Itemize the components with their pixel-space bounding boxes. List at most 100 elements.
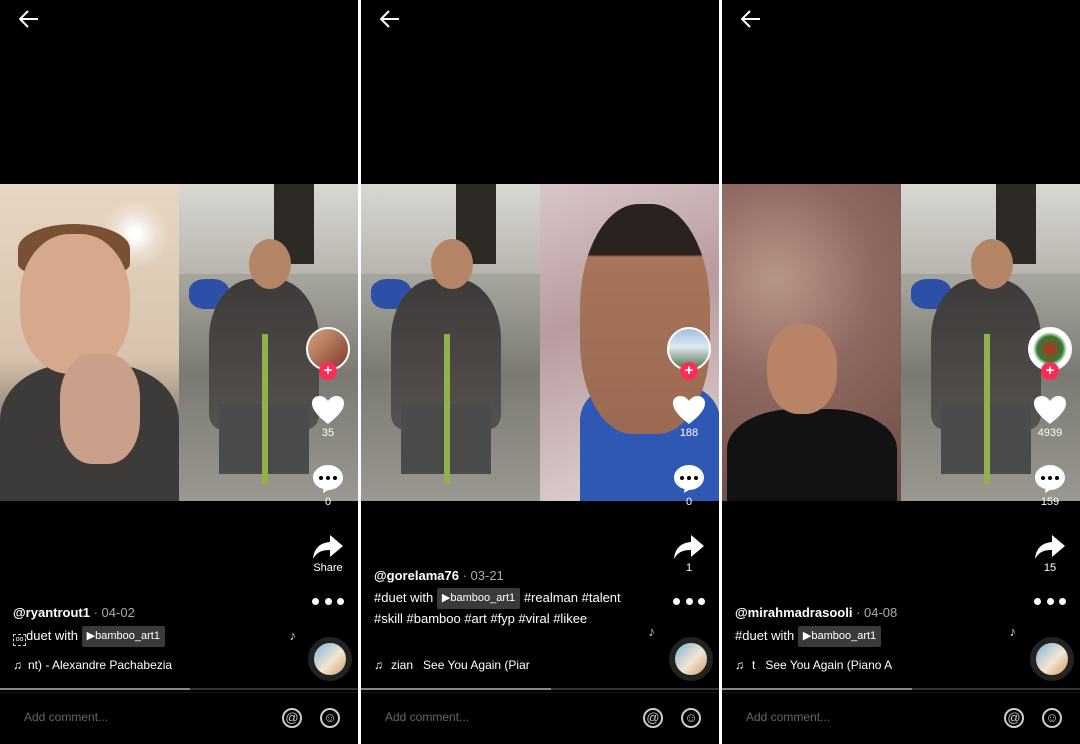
creator-avatar[interactable]: + (667, 327, 713, 383)
follow-plus-button[interactable]: + (319, 362, 337, 380)
caption: oo duet with ▶bamboo_art1 (13, 626, 283, 647)
video-left-half (722, 184, 901, 501)
comment-bar: Add comment... @ ☺ (0, 692, 358, 744)
music-row[interactable]: ♫ t See You Again (Piano A (735, 658, 975, 672)
video-left-half (361, 184, 540, 501)
music-disc[interactable] (308, 637, 352, 681)
like-button[interactable]: 4939 (1026, 395, 1074, 439)
progress-fill (0, 688, 190, 690)
smiley-icon[interactable]: ☺ (320, 708, 340, 728)
video-meta: @gorelama76 · 03-21 #duet with ▶bamboo_a… (374, 568, 624, 628)
back-button[interactable] (16, 8, 42, 30)
video-meta: @mirahmadrasooli · 04-08 #duet with ▶bam… (735, 605, 1005, 647)
music-note-icon: ♫ (374, 658, 383, 672)
duet-tag[interactable]: ▶bamboo_art1 (81, 626, 165, 647)
comment-count: 0 (685, 496, 693, 508)
music-note-icon: ♪ (1009, 624, 1017, 639)
at-icon[interactable]: @ (282, 708, 302, 728)
duet-video[interactable] (361, 184, 719, 501)
music-note-icon: ♫ (13, 658, 22, 672)
comment-input[interactable]: Add comment... (746, 710, 830, 724)
heart-icon (1034, 396, 1066, 424)
username-row[interactable]: @gorelama76 · 03-21 (374, 568, 624, 583)
music-note-icon: ♪ (289, 628, 297, 643)
comment-bar: Add comment... @ ☺ (722, 692, 1080, 744)
comment-input[interactable]: Add comment... (24, 710, 108, 724)
like-button[interactable]: 35 (304, 395, 352, 439)
post-date: 04-02 (101, 605, 135, 620)
progress-fill (722, 688, 912, 690)
heart-icon (312, 396, 344, 424)
at-icon[interactable]: @ (643, 708, 663, 728)
comment-button[interactable]: 0 (665, 464, 713, 508)
at-icon[interactable]: @ (1004, 708, 1024, 728)
music-row[interactable]: ♫ zian See You Again (Piar (374, 658, 614, 672)
arrow-left-icon (741, 10, 760, 28)
share-count: 1 (685, 562, 693, 574)
like-button[interactable]: 188 (665, 395, 713, 439)
progress-fill (361, 688, 551, 690)
comment-count: 0 (324, 496, 332, 508)
back-button[interactable] (738, 8, 764, 30)
caption-prefix: #duet with (374, 590, 434, 605)
creator-avatar[interactable]: + (306, 327, 352, 383)
music-row[interactable]: ♫ nt) - Alexandre Pachabezia (13, 658, 253, 672)
progress-bar[interactable] (722, 688, 1080, 690)
duet-video[interactable] (722, 184, 1080, 501)
heart-icon (673, 396, 705, 424)
video-panel-3: + 4939 159 15 ♪ @mirahmadrasooli · 04-08… (722, 0, 1080, 744)
video-panel-2: + 188 0 1 ♪ @gorelama76 · 03-21 #duet wi… (361, 0, 719, 744)
comment-button[interactable]: 159 (1026, 464, 1074, 508)
follow-plus-button[interactable]: + (680, 362, 698, 380)
like-count: 4939 (1037, 427, 1063, 439)
share-button[interactable]: Share (304, 534, 352, 574)
smiley-icon[interactable]: ☺ (1042, 708, 1062, 728)
music-disc[interactable] (669, 637, 713, 681)
duet-tag[interactable]: ▶bamboo_art1 (797, 626, 882, 647)
smiley-icon[interactable]: ☺ (681, 708, 701, 728)
share-count: 15 (1043, 562, 1057, 574)
share-arrow-icon (313, 535, 343, 559)
more-options-button[interactable] (673, 594, 705, 608)
music-note-icon: ♫ (735, 658, 744, 672)
music-title: See You Again (Piar (423, 658, 530, 672)
share-arrow-icon (674, 535, 704, 559)
music-title: See You Again (Piano A (765, 658, 893, 672)
caption-prefix: duet with (26, 628, 79, 643)
post-date: 04-08 (864, 605, 898, 620)
comment-button[interactable]: 0 (304, 464, 352, 508)
more-options-button[interactable] (312, 594, 344, 608)
music-disc[interactable] (1030, 637, 1074, 681)
comment-bubble-icon (313, 465, 343, 493)
like-count: 35 (321, 427, 335, 439)
comment-bubble-icon (1035, 465, 1065, 493)
more-options-button[interactable] (1034, 594, 1066, 608)
share-button[interactable]: 15 (1026, 534, 1074, 574)
progress-bar[interactable] (361, 688, 719, 690)
username[interactable]: @mirahmadrasooli (735, 605, 852, 620)
creator-avatar[interactable]: + (1028, 327, 1074, 383)
progress-bar[interactable] (0, 688, 358, 690)
username[interactable]: @ryantrout1 (13, 605, 90, 620)
duet-video[interactable] (0, 184, 358, 501)
username-row[interactable]: @ryantrout1 · 04-02 (13, 605, 283, 620)
music-author: t (752, 658, 756, 672)
follow-plus-button[interactable]: + (1041, 362, 1059, 380)
like-count: 188 (679, 427, 699, 439)
caption: #duet with ▶bamboo_art1 #realman #talent… (374, 588, 624, 628)
music-note-icon: ♪ (648, 624, 656, 639)
comment-input[interactable]: Add comment... (385, 710, 469, 724)
share-button[interactable]: 1 (665, 534, 713, 574)
username-row[interactable]: @mirahmadrasooli · 04-08 (735, 605, 1005, 620)
video-left-half (0, 184, 179, 501)
duet-tag[interactable]: ▶bamboo_art1 (436, 588, 521, 609)
music-author: zian (391, 658, 414, 672)
ooo-box-icon: oo (13, 634, 26, 646)
caption: #duet with ▶bamboo_art1 (735, 626, 1005, 647)
music-title: nt) - Alexandre Pachabezia (28, 658, 173, 672)
username[interactable]: @gorelama76 (374, 568, 459, 583)
back-button[interactable] (377, 8, 403, 30)
video-meta: @ryantrout1 · 04-02 oo duet with ▶bamboo_… (13, 605, 283, 647)
post-date: 03-21 (470, 568, 504, 583)
arrow-left-icon (19, 10, 38, 28)
